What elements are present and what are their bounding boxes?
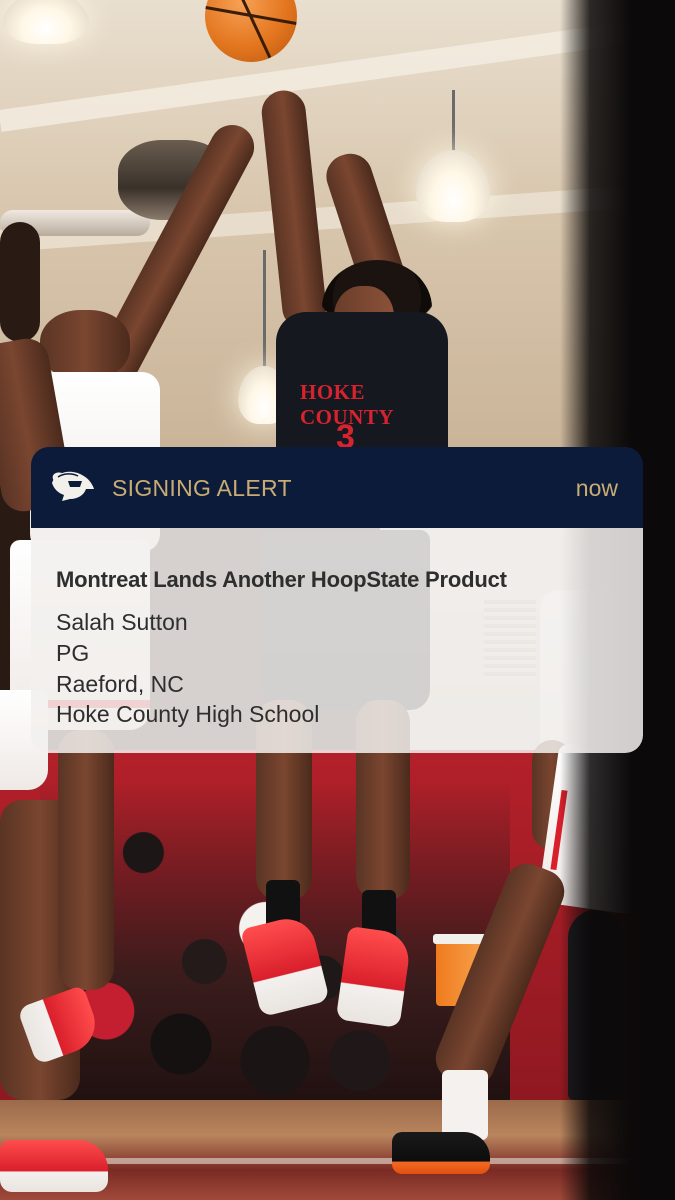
defender-head	[40, 310, 130, 380]
player-school: Hoke County High School	[56, 701, 320, 727]
red-sneaker	[335, 926, 413, 1028]
jersey-lettering: HOKE COUNTY	[300, 380, 395, 429]
notification-time: now	[575, 475, 618, 501]
player-hometown: Raeford, NC	[56, 671, 184, 697]
spartan-helmet-logo-icon	[52, 471, 94, 501]
notification-body: Montreat Lands Another HoopState Product…	[31, 528, 643, 753]
lamp-cord	[263, 250, 266, 368]
player-name: Salah Sutton	[56, 609, 188, 635]
white-sock	[442, 1070, 488, 1140]
player-position: PG	[56, 640, 90, 666]
ceiling-light	[3, 0, 89, 44]
defender-leg	[58, 730, 114, 990]
sneaker	[0, 1140, 108, 1192]
black-sneaker	[392, 1132, 490, 1174]
notification-headline: Montreat Lands Another HoopState Product	[56, 567, 507, 592]
signing-alert-notification[interactable]: SIGNING ALERT now Montreat Lands Another…	[31, 447, 643, 753]
notification-header: SIGNING ALERT now	[31, 447, 643, 528]
notification-title: SIGNING ALERT	[112, 475, 292, 501]
lamp-cord	[452, 90, 455, 152]
player-hair	[0, 222, 40, 342]
